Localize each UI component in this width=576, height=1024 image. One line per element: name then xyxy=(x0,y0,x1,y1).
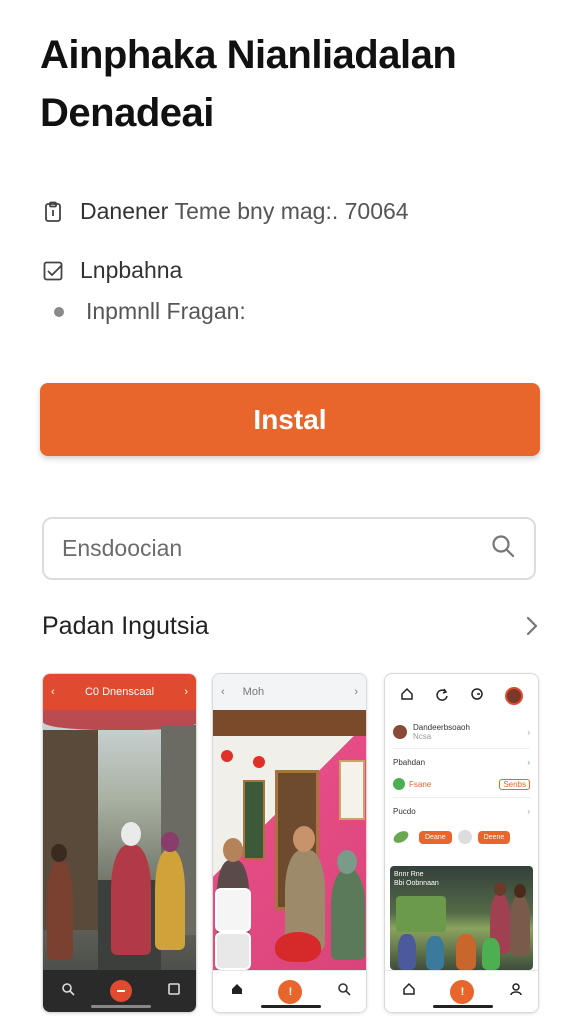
chevron-left-icon: ‹ xyxy=(221,686,225,698)
chevron-right-icon: › xyxy=(527,757,530,767)
street-photo xyxy=(43,710,196,972)
developer-info: Teme bny mag:. 70064 xyxy=(174,198,409,224)
home-icon xyxy=(400,687,414,706)
screen3-row2-title: Pbahdan xyxy=(393,757,426,767)
app-title: Ainphaka Nianliadalan Denadeai xyxy=(40,26,540,142)
screen3-row1-sub: Ncsa xyxy=(413,732,432,741)
refresh-icon xyxy=(435,687,449,706)
screen2-bottom-nav: ! xyxy=(213,970,366,1012)
record-icon: ! xyxy=(278,979,303,1004)
screenshot-1[interactable]: ‹ C0 Dnenscaal › xyxy=(42,673,197,1013)
home-indicator xyxy=(260,1005,321,1008)
search-icon xyxy=(337,982,351,1001)
record-icon: ! xyxy=(450,979,475,1004)
screen3-bottom-nav: ! xyxy=(385,970,538,1012)
home-icon xyxy=(230,982,244,1001)
developer-row: Danener Teme bny mag:. 70064 xyxy=(40,198,409,225)
search-input[interactable] xyxy=(62,535,490,562)
category-row: Lnpbahna xyxy=(40,257,182,284)
chevron-right-icon: › xyxy=(354,686,358,698)
screen3-row2-right: Senbs xyxy=(499,778,530,790)
chevron-right-icon: › xyxy=(527,727,530,737)
app-title-line2: Denadeai xyxy=(40,91,214,135)
chevron-right-icon: › xyxy=(527,806,530,816)
room-photo xyxy=(213,710,366,972)
category-label: Lnpbahna xyxy=(80,257,183,283)
screen1-title: C0 Dnenscaal xyxy=(84,686,155,698)
search-icon xyxy=(61,982,75,1001)
screen3-row1-title: Dandeerbsoaoh xyxy=(413,723,470,732)
screen3-row-2: Pbahdan › xyxy=(385,751,538,773)
screen3-row-2b: Fsane Senbs xyxy=(385,773,538,795)
screen3-button-a: Deane xyxy=(419,830,452,844)
screen3-row2-chip: Fsane xyxy=(409,779,432,789)
screenshot-3[interactable]: Dandeerbsoaoh Ncsa › Pbahdan › Fsane Sen… xyxy=(384,673,539,1013)
home-icon xyxy=(402,982,416,1001)
screenshots-section-title: Padan Ingutsia xyxy=(42,612,209,640)
app-title-line1: Ainphaka Nianliadalan xyxy=(40,33,457,77)
info-row: Inpmnll Fragan: xyxy=(52,298,246,325)
info-label: Inpmnll Fragan: xyxy=(86,298,246,324)
clipboard-icon xyxy=(40,199,66,225)
install-button[interactable]: Instal xyxy=(40,383,540,456)
check-icon xyxy=(393,778,405,790)
screen2-title: Moh xyxy=(242,686,265,698)
leaf-icon xyxy=(391,828,411,846)
search-icon[interactable] xyxy=(490,533,516,564)
screen3-row-1: Dandeerbsoaoh Ncsa › xyxy=(385,718,538,746)
home-indicator xyxy=(90,1005,151,1008)
record-icon xyxy=(110,980,133,1002)
chevron-right-icon: › xyxy=(184,686,188,698)
square-icon xyxy=(168,982,180,1000)
screen2-header: ‹ Moh › xyxy=(213,674,366,710)
avatar xyxy=(393,725,407,739)
profile-icon xyxy=(509,982,523,1001)
screen3-button-b: Deene xyxy=(477,830,511,844)
search-bar xyxy=(42,517,536,580)
screen3-row3-title: Pucdo xyxy=(393,806,416,816)
avatar xyxy=(505,687,524,705)
screenshot-2[interactable]: ‹ Moh › ! xyxy=(212,673,367,1013)
screen3-row-3: Pucdo › xyxy=(385,800,538,822)
toggle-icon xyxy=(457,830,472,844)
chevron-right-icon[interactable] xyxy=(520,614,544,638)
home-indicator xyxy=(432,1005,493,1008)
screen3-actions: Deane Deene xyxy=(385,822,538,852)
group-photo: Bnnr Rne Bbi Oobnnaan xyxy=(390,866,533,970)
checkbox-icon xyxy=(40,258,66,284)
screen1-bottom-nav xyxy=(43,970,196,1012)
screen1-header: ‹ C0 Dnenscaal › xyxy=(43,674,196,710)
photo-caption: Bnnr Rne Bbi Oobnnaan xyxy=(394,871,439,887)
screen3-toolbar xyxy=(385,674,538,718)
history-icon xyxy=(470,687,484,706)
developer-label: Danener xyxy=(80,198,169,224)
dot-icon xyxy=(52,305,66,319)
